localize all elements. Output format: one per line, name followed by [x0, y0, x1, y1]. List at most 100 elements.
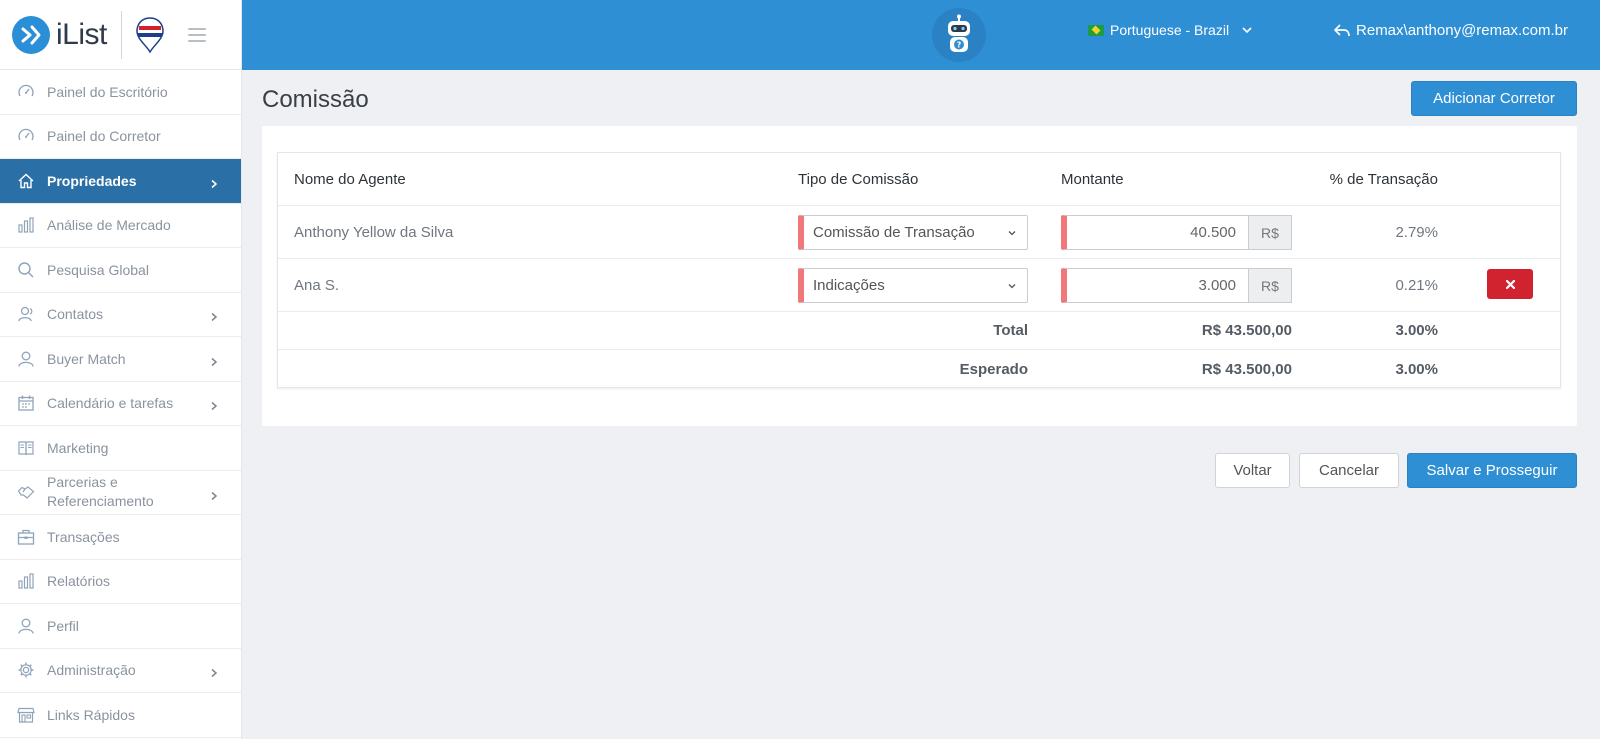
- calendar-icon: [16, 393, 36, 413]
- expected-row: Esperado R$ 43.500,00 3.00%: [278, 350, 1560, 388]
- language-label: Portuguese - Brazil: [1110, 22, 1230, 38]
- expected-label: Esperado: [959, 360, 1028, 378]
- expected-amount: R$ 43.500,00: [1201, 360, 1292, 378]
- transaction-percent: 2.79%: [1395, 223, 1438, 241]
- commission-panel: Nome do Agente Tipo de Comissão Montante…: [262, 126, 1577, 426]
- chevron-right-icon: [209, 487, 219, 501]
- table-header-row: Nome do Agente Tipo de Comissão Montante…: [278, 153, 1560, 206]
- remax-balloon-logo-icon: [136, 16, 164, 54]
- sidebar-item-label: Contatos: [47, 306, 104, 323]
- column-header-agent: Nome do Agente: [294, 170, 406, 188]
- total-row: Total R$ 43.500,00 3.00%: [278, 312, 1560, 350]
- briefcase-icon: [16, 527, 36, 547]
- sidebar-item-transacoes[interactable]: Transações: [0, 515, 241, 560]
- sidebar-item-label: Perfil: [47, 617, 79, 634]
- page-title: Comissão: [262, 86, 369, 113]
- sidebar-item-pesquisa-global[interactable]: Pesquisa Global: [0, 248, 241, 293]
- sidebar-item-parcerias-e-referenciamento[interactable]: Parcerias e Referenciamento: [0, 471, 241, 515]
- column-header-type: Tipo de Comissão: [798, 170, 919, 188]
- sidebar-item-label: Propriedades: [47, 172, 137, 189]
- agent-name: Ana S.: [294, 276, 340, 294]
- commission-type-value: Comissão de Transação: [813, 224, 975, 241]
- brand-name: iList: [56, 17, 107, 51]
- contacts-icon: [16, 304, 36, 324]
- sidebar-item-label: Buyer Match: [47, 350, 126, 367]
- sidebar-item-label: Relatórios: [47, 573, 111, 590]
- back-button[interactable]: Voltar: [1215, 453, 1290, 488]
- dashboard-gauge-icon: [16, 82, 36, 102]
- svg-text:?: ?: [957, 41, 962, 50]
- sidebar: iList Painel do Escritório Painel do Corr…: [0, 0, 242, 739]
- ilist-logo-icon[interactable]: [12, 15, 50, 54]
- sidebar-item-label: Parcerias e Referenciamento: [47, 474, 154, 510]
- commission-type-select[interactable]: Indicações: [798, 268, 1028, 303]
- sidebar-item-calendario-e-tarefas[interactable]: Calendário e tarefas: [0, 382, 241, 426]
- help-robot-icon[interactable]: ?: [932, 8, 986, 62]
- sidebar-item-label: Links Rápidos: [47, 706, 135, 723]
- total-amount: R$ 43.500,00: [1201, 322, 1292, 339]
- column-header-percent: % de Transação: [1329, 170, 1438, 188]
- sidebar-item-relatorios[interactable]: Relatórios: [0, 560, 241, 604]
- sidebar-item-buyer-match[interactable]: Buyer Match: [0, 337, 241, 382]
- commission-type-select[interactable]: Comissão de Transação: [798, 215, 1028, 250]
- bar-chart-icon: [16, 571, 36, 591]
- sidebar-item-painel-do-escritorio[interactable]: Painel do Escritório: [0, 70, 241, 115]
- table-row: Ana S. Indicações R$ 0.21%: [278, 259, 1560, 312]
- dashboard-gauge-icon: [16, 126, 36, 146]
- currency-addon: R$: [1249, 215, 1292, 250]
- sidebar-item-analise-de-mercado[interactable]: Análise de Mercado: [0, 204, 241, 248]
- handshake-icon: [16, 482, 36, 502]
- save-and-continue-button[interactable]: Salvar e Prosseguir: [1407, 453, 1577, 488]
- brand-divider: [120, 10, 122, 59]
- user-icon: [16, 616, 36, 636]
- sidebar-item-label: Administração: [47, 662, 136, 679]
- total-percent: 3.00%: [1395, 322, 1438, 339]
- language-selector[interactable]: Portuguese - Brazil: [1088, 22, 1253, 38]
- sidebar-item-label: Análise de Mercado: [47, 217, 171, 234]
- sidebar-item-marketing[interactable]: Marketing: [0, 426, 241, 471]
- delete-row-button[interactable]: [1487, 269, 1533, 299]
- sidebar-item-contatos[interactable]: Contatos: [0, 293, 241, 337]
- commission-table: Nome do Agente Tipo de Comissão Montante…: [277, 152, 1561, 388]
- sidebar-item-label: Painel do Escritório: [47, 83, 168, 100]
- sidebar-item-label: Marketing: [47, 439, 109, 456]
- sidebar-item-label: Calendário e tarefas: [47, 395, 174, 412]
- user-icon: [16, 349, 36, 369]
- add-agent-button[interactable]: Adicionar Corretor: [1411, 81, 1577, 116]
- search-icon: [16, 260, 36, 280]
- storefront-icon: [16, 705, 36, 725]
- sidebar-item-label: Transações: [47, 528, 120, 545]
- chevron-right-icon: [209, 665, 219, 678]
- user-switch[interactable]: Remax\anthony@remax.com.br: [1334, 22, 1568, 39]
- sidebar-item-label: Pesquisa Global: [47, 261, 149, 278]
- sidebar-item-links-rapidos[interactable]: Links Rápidos: [0, 693, 241, 738]
- table-row: Anthony Yellow da Silva Comissão de Tran…: [278, 206, 1560, 259]
- cancel-button[interactable]: Cancelar: [1299, 453, 1399, 488]
- home-icon: [16, 171, 36, 191]
- amount-input[interactable]: [1061, 268, 1249, 303]
- sidebar-nav: Painel do Escritório Painel do Corretor Pr…: [0, 70, 241, 738]
- sidebar-item-administracao[interactable]: Administração: [0, 649, 241, 693]
- chevron-down-icon: [1008, 283, 1016, 288]
- amount-input-group: R$: [1061, 268, 1292, 303]
- reply-arrow-icon: [1334, 23, 1350, 36]
- commission-type-value: Indicações: [813, 277, 885, 294]
- bar-chart-icon: [16, 215, 36, 235]
- amount-input-group: R$: [1061, 215, 1292, 250]
- amount-input[interactable]: [1061, 215, 1249, 250]
- chevron-right-icon: [209, 354, 219, 366]
- sidebar-item-label: Painel do Corretor: [47, 128, 161, 145]
- brazil-flag-icon: [1088, 24, 1104, 36]
- chevron-right-icon: [209, 398, 219, 411]
- chevron-down-icon: [1242, 27, 1252, 34]
- column-header-amount: Montante: [1061, 170, 1124, 188]
- topbar: ? Portuguese - Brazil Remax\anthony@rema…: [242, 0, 1600, 70]
- sidebar-item-perfil[interactable]: Perfil: [0, 604, 241, 649]
- menu-toggle-icon[interactable]: [187, 27, 206, 42]
- gear-icon: [16, 660, 36, 680]
- chevron-right-icon: [209, 309, 219, 322]
- transaction-percent: 0.21%: [1395, 276, 1438, 294]
- sidebar-item-propriedades[interactable]: Propriedades: [0, 159, 241, 204]
- user-account-label: Remax\anthony@remax.com.br: [1356, 22, 1568, 39]
- sidebar-item-painel-do-corretor[interactable]: Painel do Corretor: [0, 115, 241, 159]
